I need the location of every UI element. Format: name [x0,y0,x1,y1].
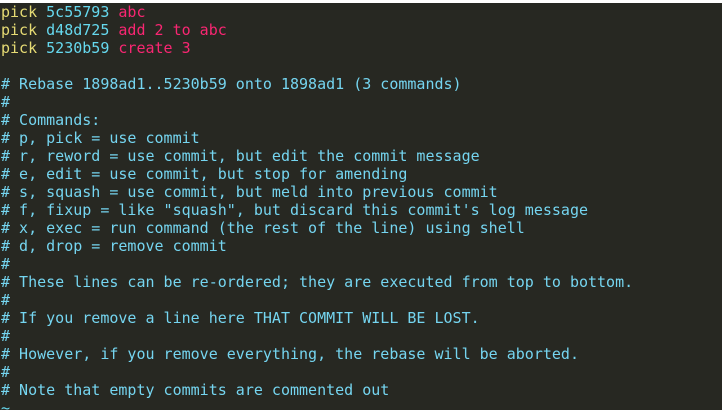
commit-message: abc [118,3,146,21]
comment-line: # Commands: [1,111,101,129]
pick-command: pick [1,21,38,39]
comment-line: # p, pick = use commit [1,129,200,147]
commit-hash: d48d725 [46,21,110,39]
comment-line: # These lines can be re-ordered; they ar… [1,273,634,291]
comment-line: # [1,291,11,309]
comment-line: # [1,93,11,111]
empty-buffer-tilde: ~ [1,399,11,410]
pick-command: pick [1,3,38,21]
pick-line[interactable]: pick 5c55793 abc [0,3,722,21]
pick-command: pick [1,39,38,57]
comment-line: # e, edit = use commit, but stop for ame… [1,165,408,183]
comment-line: # d, drop = remove commit [1,237,227,255]
commit-message: create 3 [118,39,191,57]
pick-line[interactable]: pick d48d725 add 2 to abc [0,21,722,39]
comment-line: # [1,327,11,345]
comment-line: # x, exec = run command (the rest of the… [1,219,525,237]
commit-message: add 2 to abc [118,21,227,39]
commit-hash: 5230b59 [46,39,110,57]
comment-line: # f, fixup = like "squash", but discard … [1,201,588,219]
comment-line: # [1,363,11,381]
vim-editor[interactable]: pick 5c55793 abc pick d48d725 add 2 to a… [0,3,722,410]
pick-line[interactable]: pick 5230b59 create 3 [0,39,722,57]
window-border-bottom [0,410,725,420]
commit-hash: 5c55793 [46,3,110,21]
comment-line: # Rebase 1898ad1..5230b59 onto 1898ad1 (… [1,75,462,93]
comment-line: # [1,255,11,273]
comment-line: # However, if you remove everything, the… [1,345,579,363]
comment-line: # s, squash = use commit, but meld into … [1,183,498,201]
comment-line: # r, reword = use commit, but edit the c… [1,147,480,165]
comment-line: # If you remove a line here THAT COMMIT … [1,309,480,327]
comment-line: # Note that empty commits are commented … [1,381,390,399]
